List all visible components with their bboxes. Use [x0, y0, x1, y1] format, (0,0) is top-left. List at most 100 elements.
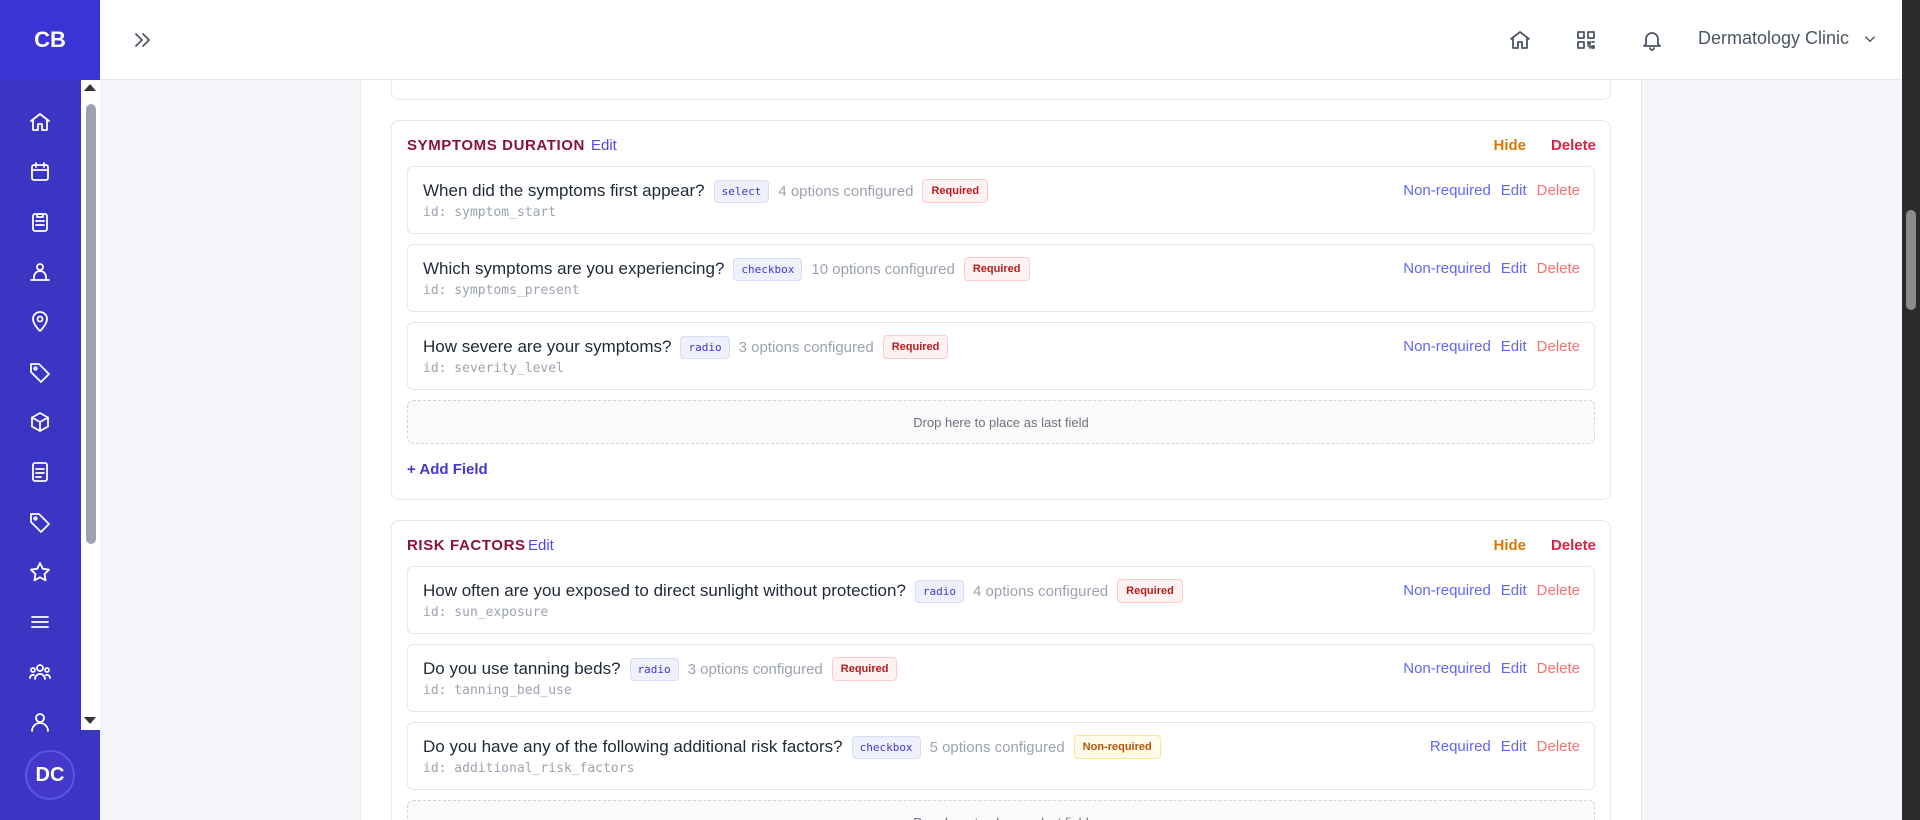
qr-code-icon — [1577, 31, 1595, 49]
clinic-name: Dermatology Clinic — [1698, 28, 1850, 48]
page-scrollbar-thumb[interactable] — [1906, 210, 1916, 310]
tag-icon[interactable] — [24, 356, 56, 388]
field-edit-link[interactable]: Edit — [1501, 338, 1527, 355]
notifications-button[interactable] — [1638, 26, 1666, 54]
section-title: RISK FACTORS — [407, 537, 526, 554]
field-id: id: sun_exposure — [423, 605, 549, 620]
field-question: Do you use tanning beds? — [423, 659, 621, 678]
scrollbar-thumb[interactable] — [86, 104, 96, 544]
qr-code-button[interactable] — [1572, 26, 1600, 54]
home-button[interactable] — [1506, 26, 1534, 54]
non-required-badge: Non-required — [1073, 735, 1161, 759]
drop-zone[interactable]: Drop here to place as last field — [407, 400, 1595, 444]
cube-icon[interactable] — [24, 406, 56, 438]
field-id: id: additional_risk_factors — [423, 761, 635, 776]
scroll-up-arrow-icon[interactable] — [84, 84, 96, 91]
field-delete-link[interactable]: Delete — [1537, 738, 1580, 755]
section-header: SYMPTOMS DURATION Edit Hide Delete — [392, 121, 1610, 165]
section-hide-link[interactable]: Hide — [1493, 537, 1526, 554]
page-scrollbar[interactable] — [1902, 0, 1920, 820]
rail-scrollbar[interactable] — [81, 80, 100, 730]
field-id: id: severity_level — [423, 361, 564, 376]
clinic-selector[interactable]: Dermatology Clinic — [1698, 28, 1879, 49]
expand-sidebar-button[interactable] — [128, 26, 156, 54]
chevron-down-icon — [1865, 35, 1876, 42]
field-question: How often are you exposed to direct sunl… — [423, 581, 906, 600]
field-delete-link[interactable]: Delete — [1537, 660, 1580, 677]
field-edit-link[interactable]: Edit — [1501, 182, 1527, 199]
field-id: id: tanning_bed_use — [423, 683, 572, 698]
calendar-icon[interactable] — [24, 156, 56, 188]
required-badge: Required — [1117, 579, 1183, 603]
toggle-required-link[interactable]: Non-required — [1403, 182, 1491, 199]
required-badge: Required — [963, 257, 1030, 281]
toggle-required-link[interactable]: Non-required — [1403, 260, 1491, 277]
field-edit-link[interactable]: Edit — [1501, 738, 1527, 755]
field-row[interactable]: Which symptoms are you experiencing? che… — [407, 244, 1595, 312]
section-symptoms-duration: SYMPTOMS DURATION Edit Hide Delete When … — [391, 120, 1611, 500]
field-type-badge: radio — [914, 579, 965, 603]
section-title: SYMPTOMS DURATION — [407, 137, 585, 154]
field-row[interactable]: Do you have any of the following additio… — [407, 722, 1595, 790]
document-icon[interactable] — [24, 456, 56, 488]
field-delete-link[interactable]: Delete — [1537, 582, 1580, 599]
field-type-badge: checkbox — [733, 257, 803, 281]
drop-zone[interactable]: Drop here to place as last field — [407, 800, 1595, 820]
options-count: 4 options configured — [973, 582, 1109, 600]
required-badge: Required — [882, 335, 949, 359]
avatar[interactable]: DC — [25, 750, 75, 800]
options-count: 5 options configured — [929, 738, 1065, 756]
field-question: When did the symptoms first appear? — [423, 181, 705, 200]
field-edit-link[interactable]: Edit — [1501, 582, 1527, 599]
top-bar: Dermatology Clinic — [100, 0, 1902, 80]
users-hierarchy-icon[interactable] — [24, 256, 56, 288]
field-id: id: symptom_start — [423, 205, 557, 220]
field-delete-link[interactable]: Delete — [1537, 182, 1580, 199]
options-count: 4 options configured — [778, 182, 914, 200]
required-badge: Required — [922, 179, 989, 203]
form-builder-panel: SYMPTOMS DURATION Edit Hide Delete When … — [360, 80, 1642, 820]
section-hide-link[interactable]: Hide — [1493, 137, 1526, 154]
options-count: 3 options configured — [738, 338, 874, 356]
field-edit-link[interactable]: Edit — [1501, 260, 1527, 277]
star-icon[interactable] — [24, 556, 56, 588]
tag-alt-icon[interactable] — [24, 506, 56, 538]
field-delete-link[interactable]: Delete — [1537, 260, 1580, 277]
section-header: RISK FACTORS Edit Hide Delete — [392, 521, 1610, 565]
toggle-required-link[interactable]: Non-required — [1403, 582, 1491, 599]
field-row[interactable]: How severe are your symptoms? radio 3 op… — [407, 322, 1595, 390]
section-delete-link[interactable]: Delete — [1551, 137, 1596, 154]
field-delete-link[interactable]: Delete — [1537, 338, 1580, 355]
section-delete-link[interactable]: Delete — [1551, 537, 1596, 554]
location-pin-icon[interactable] — [24, 306, 56, 338]
user-icon[interactable] — [24, 706, 56, 738]
field-type-badge: radio — [680, 335, 730, 359]
previous-section — [391, 80, 1611, 100]
main-content: SYMPTOMS DURATION Edit Hide Delete When … — [100, 80, 1902, 820]
field-type-badge: radio — [629, 657, 679, 681]
section-edit-link[interactable]: Edit — [591, 137, 617, 154]
field-type-badge: select — [713, 179, 770, 203]
toggle-required-link[interactable]: Non-required — [1403, 660, 1491, 677]
field-row[interactable]: Do you use tanning beds? radio 3 options… — [407, 644, 1595, 712]
required-badge: Required — [831, 657, 898, 681]
options-count: 3 options configured — [687, 660, 823, 678]
menu-lines-icon[interactable] — [24, 606, 56, 638]
toggle-required-link[interactable]: Non-required — [1403, 338, 1491, 355]
toggle-required-link[interactable]: Required — [1430, 738, 1491, 755]
add-field-button[interactable]: + Add Field — [407, 461, 488, 478]
home-icon — [1510, 31, 1530, 49]
team-icon[interactable] — [24, 656, 56, 688]
field-type-badge: checkbox — [851, 735, 921, 759]
field-row[interactable]: How often are you exposed to direct sunl… — [407, 566, 1595, 634]
field-row[interactable]: When did the symptoms first appear? sele… — [407, 166, 1595, 234]
field-question: Do you have any of the following additio… — [423, 737, 843, 756]
bell-icon — [1643, 32, 1661, 51]
section-edit-link[interactable]: Edit — [528, 537, 554, 554]
field-edit-link[interactable]: Edit — [1501, 660, 1527, 677]
clipboard-icon[interactable] — [24, 206, 56, 238]
scroll-down-arrow-icon[interactable] — [84, 717, 96, 724]
home-icon[interactable] — [24, 106, 56, 138]
app-logo[interactable]: CB — [0, 0, 100, 80]
field-question: Which symptoms are you experiencing? — [423, 259, 725, 278]
